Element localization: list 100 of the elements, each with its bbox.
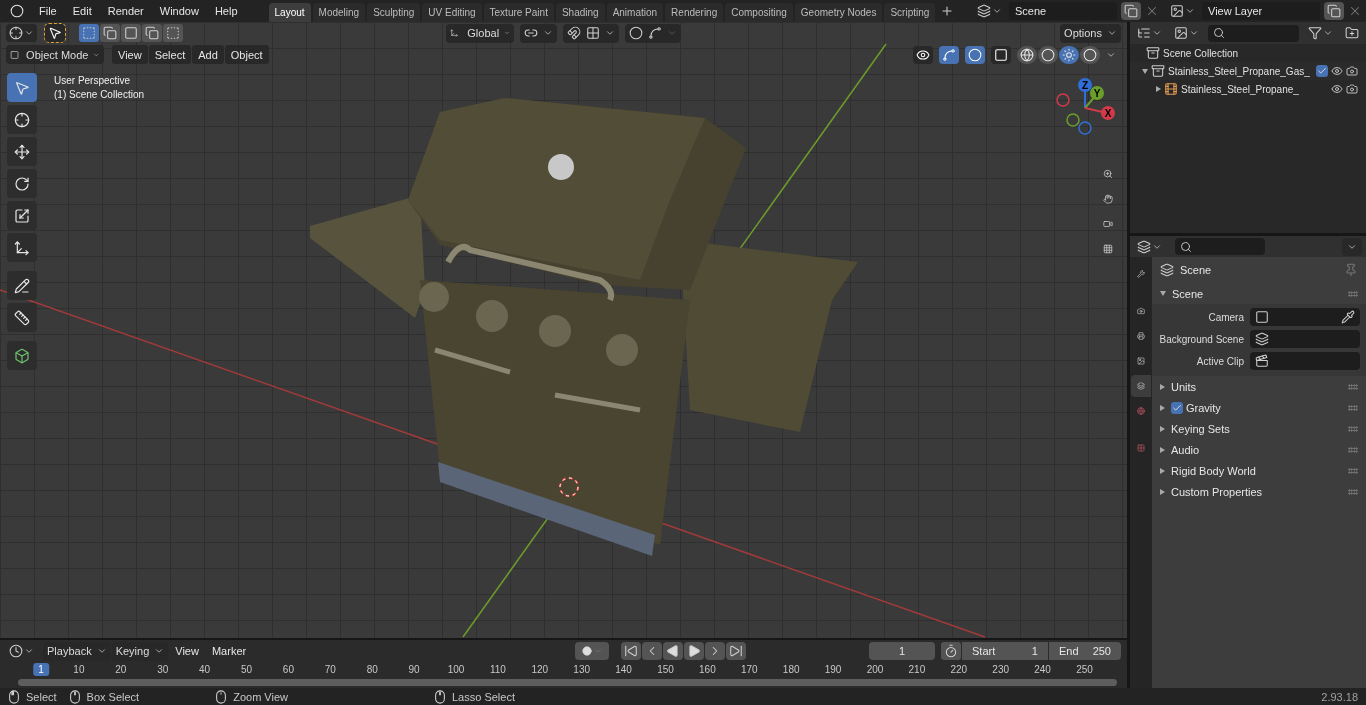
camera-icon[interactable] bbox=[1346, 65, 1358, 77]
timeline-menu[interactable]: Keying bbox=[111, 641, 169, 661]
menu-item[interactable]: File bbox=[32, 5, 64, 17]
shading-mode-button[interactable] bbox=[1080, 45, 1100, 64]
timeline-menu[interactable]: Marker bbox=[205, 641, 253, 661]
workspace-tab[interactable]: Shading bbox=[555, 3, 605, 22]
drag-handle-icon[interactable] bbox=[1348, 467, 1358, 474]
timeline-menu[interactable]: View bbox=[169, 641, 205, 661]
workspace-tab[interactable]: Modeling bbox=[312, 3, 366, 22]
panel-title[interactable]: Scene bbox=[1172, 287, 1204, 300]
tool-button[interactable] bbox=[7, 169, 37, 198]
copy-button[interactable] bbox=[1121, 2, 1141, 20]
preview-range-button[interactable] bbox=[941, 642, 961, 660]
options-dropdown[interactable]: Options bbox=[1060, 23, 1121, 43]
workspace-tab[interactable]: Sculpting bbox=[367, 3, 421, 22]
camera-icon[interactable] bbox=[1346, 83, 1358, 95]
start-frame-field[interactable]: Start 1 bbox=[962, 642, 1048, 660]
expand-toggle[interactable] bbox=[1160, 467, 1165, 474]
select-mode-button[interactable] bbox=[121, 24, 141, 42]
next-keyframe-button[interactable] bbox=[705, 642, 726, 660]
jump-start-button[interactable] bbox=[621, 642, 642, 660]
menu-item[interactable]: Edit bbox=[65, 5, 99, 17]
record-button[interactable] bbox=[575, 642, 610, 660]
data-field[interactable] bbox=[1250, 308, 1360, 326]
workspace-tab[interactable]: Scripting bbox=[884, 3, 936, 22]
close-icon[interactable] bbox=[1145, 4, 1159, 18]
viewport-menu[interactable]: Select bbox=[148, 45, 192, 64]
editor-type-button[interactable] bbox=[6, 24, 37, 42]
drag-handle-icon[interactable] bbox=[1348, 290, 1358, 297]
workspace-tab[interactable]: Rendering bbox=[665, 3, 724, 22]
play-button[interactable] bbox=[684, 642, 705, 660]
navigation-gizmo[interactable] bbox=[1056, 78, 1115, 135]
expand-toggle[interactable] bbox=[1156, 86, 1161, 92]
tool-button[interactable] bbox=[7, 137, 37, 166]
workspace-tab[interactable]: UV Editing bbox=[422, 3, 482, 22]
proportional-edit-dropdown[interactable] bbox=[625, 23, 681, 43]
tool-setting-button[interactable] bbox=[45, 24, 65, 42]
mode-dropdown[interactable]: Object Mode bbox=[6, 45, 104, 64]
select-mode-button[interactable] bbox=[79, 24, 99, 42]
expand-toggle[interactable] bbox=[1160, 446, 1165, 453]
viewport-menu[interactable]: Object bbox=[224, 45, 269, 64]
workspace-tab[interactable]: Layout bbox=[268, 3, 311, 22]
viewport-menu[interactable]: Add bbox=[192, 45, 224, 64]
tool-button[interactable] bbox=[7, 233, 37, 262]
expand-toggle[interactable] bbox=[1160, 488, 1165, 495]
drag-handle-icon[interactable] bbox=[1348, 488, 1358, 495]
workspace-tab[interactable]: Animation bbox=[606, 3, 664, 22]
jump-end-button[interactable] bbox=[726, 642, 747, 660]
panel-title[interactable]: Custom Properties bbox=[1171, 485, 1263, 498]
drag-handle-icon[interactable] bbox=[1348, 383, 1358, 390]
tool-button[interactable] bbox=[7, 341, 37, 370]
viewport-toggle-button[interactable] bbox=[965, 45, 985, 64]
view-layer-field[interactable]: View Layer bbox=[1202, 2, 1320, 20]
play-reverse-button[interactable] bbox=[663, 642, 684, 660]
workspace-tab[interactable]: Texture Paint bbox=[483, 3, 554, 22]
close-icon[interactable] bbox=[1348, 4, 1362, 18]
data-field[interactable] bbox=[1250, 330, 1360, 348]
current-frame-field[interactable]: 1 bbox=[869, 642, 935, 660]
panel-title[interactable]: Gravity bbox=[1186, 401, 1221, 414]
search-field[interactable] bbox=[1208, 24, 1299, 42]
menu-item[interactable]: Help bbox=[207, 5, 245, 17]
copy-button[interactable] bbox=[1324, 2, 1344, 20]
viewport-toggle-button[interactable] bbox=[991, 45, 1011, 64]
tool-button[interactable] bbox=[7, 201, 37, 230]
select-mode-button[interactable] bbox=[163, 24, 183, 42]
workspace-tab[interactable]: Compositing bbox=[725, 3, 793, 22]
scene-field[interactable]: Scene bbox=[1009, 2, 1117, 20]
tool-button[interactable] bbox=[7, 105, 37, 134]
panel-title[interactable]: Audio bbox=[1171, 443, 1200, 456]
expand-toggle[interactable] bbox=[1160, 404, 1165, 411]
menu-item[interactable]: Render bbox=[100, 5, 151, 17]
expand-toggle[interactable] bbox=[1160, 291, 1166, 296]
data-field[interactable] bbox=[1250, 352, 1360, 370]
search-field[interactable] bbox=[1175, 238, 1265, 255]
expand-toggle[interactable] bbox=[1160, 425, 1165, 432]
expand-toggle[interactable] bbox=[1160, 383, 1165, 390]
timeline-menu[interactable]: Playback bbox=[43, 641, 111, 661]
viewport-toggle-button[interactable] bbox=[939, 45, 959, 64]
pivot-dropdown[interactable] bbox=[520, 23, 557, 43]
properties-tab[interactable] bbox=[1131, 375, 1151, 397]
section-checkbox[interactable] bbox=[1171, 401, 1183, 414]
orientation-dropdown[interactable]: Global bbox=[446, 23, 514, 43]
prev-keyframe-button[interactable] bbox=[642, 642, 663, 660]
tool-button[interactable] bbox=[7, 271, 37, 300]
shading-mode-button[interactable] bbox=[1059, 45, 1079, 64]
panel-title[interactable]: Keying Sets bbox=[1171, 422, 1230, 435]
workspace-tab[interactable]: Geometry Nodes bbox=[794, 3, 883, 22]
shading-mode-button[interactable] bbox=[1038, 45, 1058, 64]
timeline-scrollbar[interactable] bbox=[18, 679, 1117, 686]
viewport-toggle-button[interactable] bbox=[913, 45, 933, 64]
panel-title[interactable]: Rigid Body World bbox=[1171, 464, 1256, 477]
outliner-item[interactable]: Stainless_Steel_Propane_ bbox=[1181, 83, 1328, 95]
outliner-item[interactable]: Scene Collection bbox=[1163, 47, 1358, 59]
select-mode-button[interactable] bbox=[100, 24, 120, 42]
exclude-checkbox[interactable] bbox=[1316, 65, 1328, 77]
expand-toggle[interactable] bbox=[1142, 68, 1148, 74]
frame-number[interactable]: 1 bbox=[33, 663, 49, 676]
menu-item[interactable]: Window bbox=[152, 5, 206, 17]
eye-icon[interactable] bbox=[1331, 65, 1343, 77]
eye-icon[interactable] bbox=[1331, 83, 1343, 95]
